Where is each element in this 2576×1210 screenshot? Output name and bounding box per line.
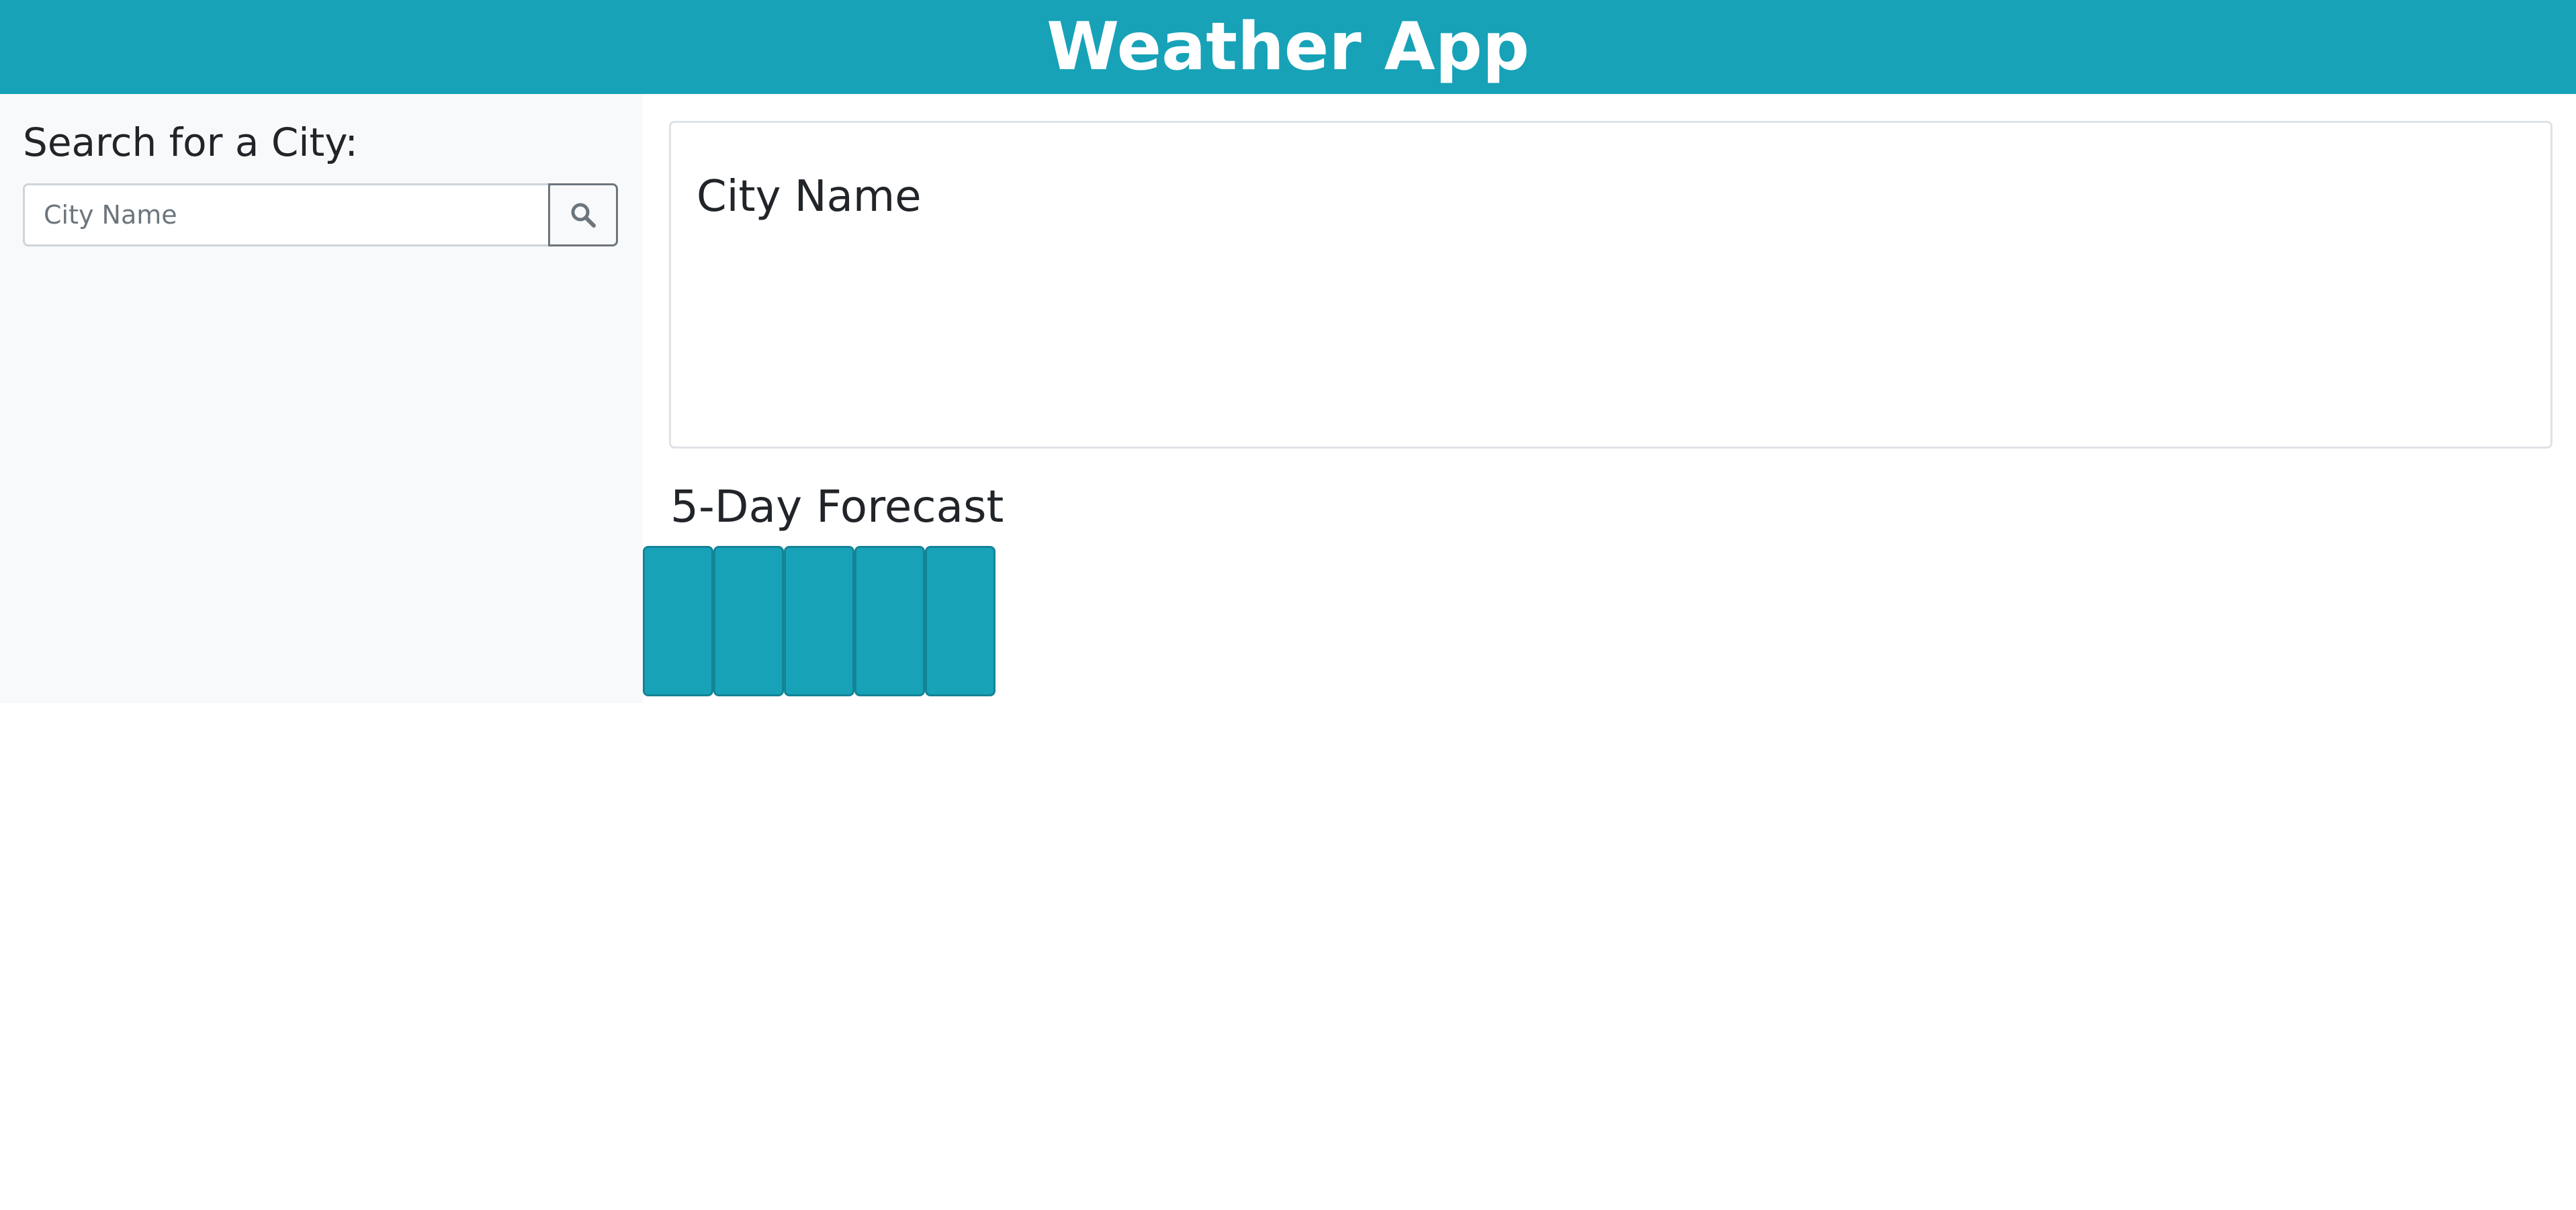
forecast-day-3-card: [784, 546, 854, 696]
forecast-day-5-card: [925, 546, 995, 696]
search-label: Search for a City:: [23, 120, 358, 165]
search-button[interactable]: [548, 183, 618, 246]
app-title: Weather App: [1047, 9, 1529, 85]
city-name-heading: City Name: [697, 172, 922, 222]
weather-app-page: Weather App Search for a City: City Name…: [0, 0, 2576, 1210]
search-icon: [571, 203, 596, 228]
forecast-heading: 5-Day Forecast: [670, 481, 1004, 532]
current-weather-card: City Name: [669, 121, 2552, 449]
forecast-day-2-card: [713, 546, 784, 696]
city-search-group: [23, 183, 618, 246]
forecast-day-4-card: [854, 546, 925, 696]
forecast-day-1-card: [643, 546, 713, 696]
city-search-input[interactable]: [23, 183, 548, 246]
app-header: Weather App: [0, 0, 2576, 94]
five-day-forecast-row: [643, 546, 995, 696]
